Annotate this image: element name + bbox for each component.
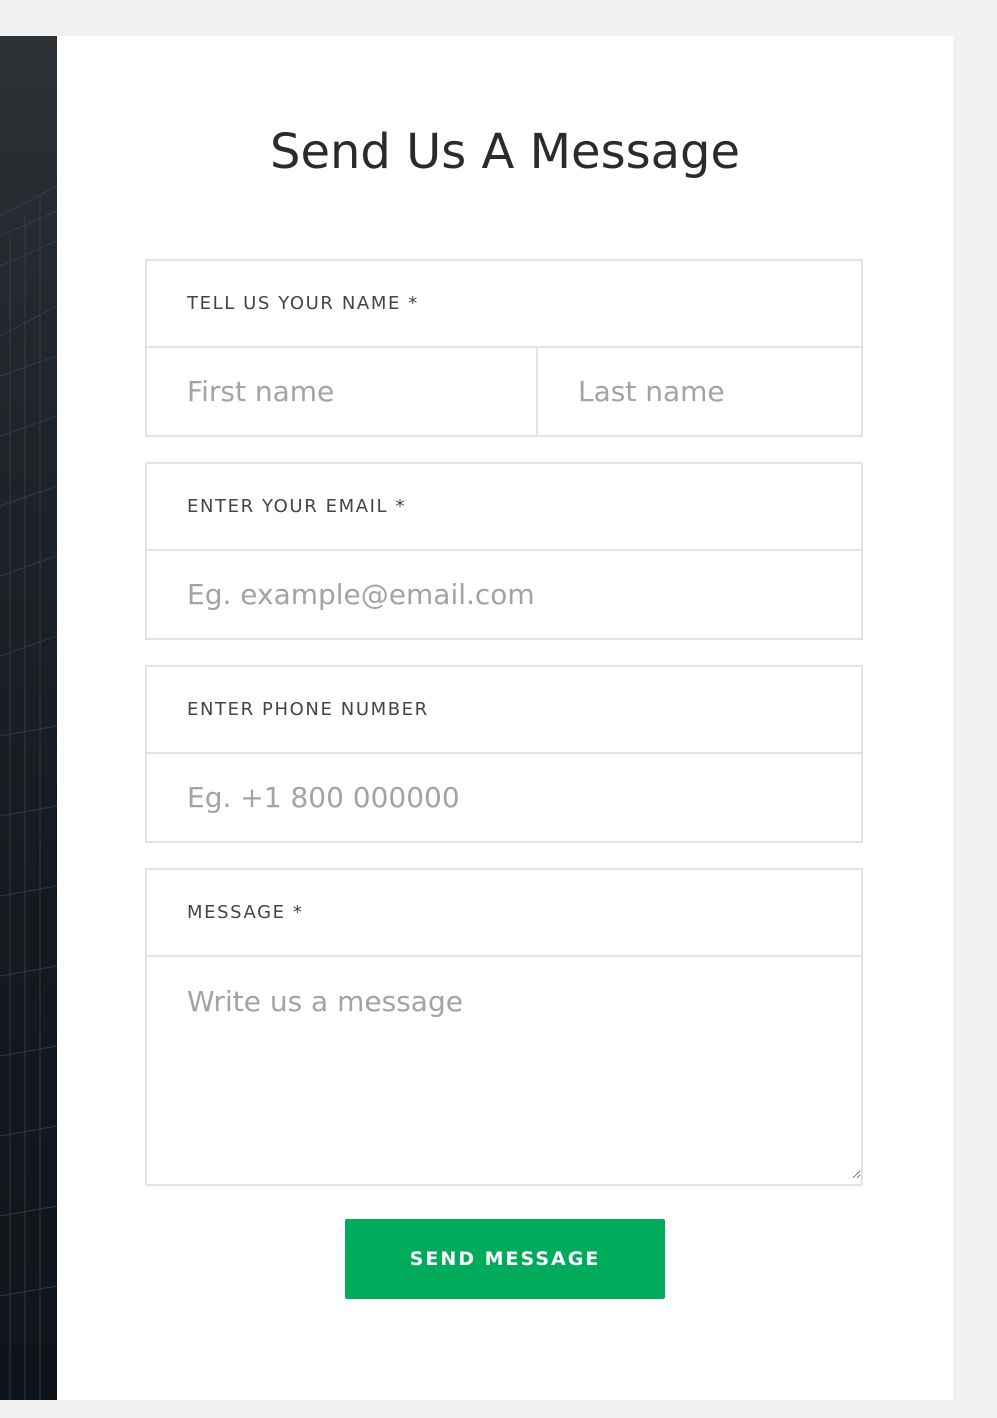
contact-form-card: Send Us A Message TELL US YOUR NAME * EN… (57, 36, 953, 1400)
message-label: MESSAGE * (147, 870, 861, 957)
phone-label: ENTER PHONE NUMBER (147, 667, 861, 754)
email-input-row (147, 551, 861, 638)
message-textarea[interactable] (147, 957, 861, 1179)
send-message-button[interactable]: SEND MESSAGE (345, 1219, 665, 1299)
form-title: Send Us A Message (269, 124, 740, 180)
first-name-input[interactable] (147, 348, 536, 435)
message-field-group: MESSAGE * (145, 868, 863, 1186)
name-label: TELL US YOUR NAME * (147, 261, 861, 348)
email-label: ENTER YOUR EMAIL * (147, 464, 861, 551)
email-input[interactable] (147, 551, 861, 638)
email-field-group: ENTER YOUR EMAIL * (145, 462, 863, 640)
last-name-input[interactable] (536, 348, 927, 435)
phone-input-row (147, 754, 861, 841)
name-field-group: TELL US YOUR NAME * (145, 259, 927, 437)
phone-input[interactable] (147, 754, 861, 841)
background-building-photo (0, 36, 57, 1400)
name-inputs-row (147, 348, 927, 435)
phone-field-group: ENTER PHONE NUMBER (145, 665, 863, 843)
